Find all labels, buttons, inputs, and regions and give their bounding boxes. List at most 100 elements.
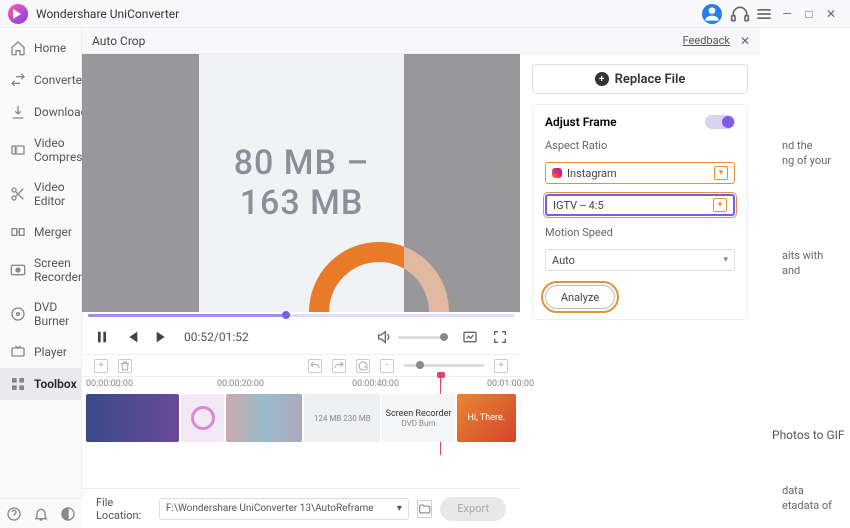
sidebar-item-converter[interactable]: Converter [0,64,81,96]
bg-card-label: Photos to GIF [772,428,845,442]
zoom-out-button[interactable]: − [380,359,394,373]
timeline-clip[interactable] [181,394,223,442]
file-location-bar: File Location: F:\Wondershare UniConvert… [82,488,520,528]
playback-time: 00:52/01:52 [184,330,249,344]
aspect-ratio-select[interactable]: IGTV -- 4:5▾ [545,194,735,216]
sidebar-item-player[interactable]: Player [0,336,81,368]
user-avatar[interactable] [702,4,722,24]
volume-icon [376,329,392,345]
replace-file-button[interactable]: + Replace File [532,64,748,94]
feedback-link[interactable]: Feedback [683,34,730,47]
export-button[interactable]: Export [440,497,506,521]
adjust-frame-toggle[interactable] [705,115,735,129]
volume-control[interactable] [376,329,448,345]
zoom-in-button[interactable]: + [494,359,508,373]
minimize-button[interactable]: — [776,3,798,25]
fullscreen-button[interactable] [492,329,508,345]
redo-button[interactable] [332,359,346,373]
auto-crop-modal: Auto Crop Feedback ✕ 80 MB – 163 MB C [82,28,760,528]
sidebar-label: Player [34,345,67,359]
playback-controls: 00:52/01:52 [82,320,520,354]
sidebar: Home Converter Downloader Video Compress… [0,28,82,528]
sidebar-label: Converter [34,73,86,87]
adjust-frame-label: Adjust Frame [545,115,617,129]
motion-speed-select[interactable]: Auto▾ [545,249,735,271]
scrubber[interactable] [82,312,520,320]
timeline-ruler[interactable]: 00:00:00:00 00:00:20:00 00:00:40:00 00:0… [82,376,520,394]
timeline-clip[interactable] [86,394,179,442]
bell-icon[interactable] [33,506,49,522]
headset-icon[interactable] [730,4,750,24]
sidebar-label: DVD Burner [34,300,71,328]
plus-icon: + [595,72,609,86]
adjust-frame-box: Adjust Frame Aspect Ratio Instagram ▾ IG… [532,104,748,320]
settings-panel: + Replace File Adjust Frame Aspect Ratio… [520,54,760,528]
sidebar-label: Merger [34,225,72,239]
compress-icon [10,142,26,158]
content-area: nd theng of your aits withand Photos to … [82,28,850,528]
video-preview[interactable]: 80 MB – 163 MB C [82,54,520,312]
modal-title: Auto Crop [92,34,145,48]
crop-mask-right: C [404,54,520,312]
sidebar-item-toolbox[interactable]: Toolbox [0,368,81,400]
undo-button[interactable] [308,359,322,373]
maximize-button[interactable]: □ [798,3,820,25]
analyze-button[interactable]: Analyze [545,285,615,309]
zoom-slider[interactable] [404,364,484,367]
bg-text: dataetadata of [782,483,832,514]
instagram-icon [552,168,562,178]
home-icon [10,40,26,56]
timeline-thumbnails[interactable]: 124 MB 230 MB Screen RecorderDVD Burn Hi… [82,394,520,450]
sidebar-footer [0,498,82,528]
sidebar-item-merger[interactable]: Merger [0,216,81,248]
sidebar-item-dvd[interactable]: DVD Burner [0,292,81,336]
preview-overlay-text: 80 MB – 163 MB [199,143,404,223]
app-logo [8,4,28,24]
merge-icon [10,224,26,240]
sidebar-item-downloader[interactable]: Downloader [0,96,81,128]
sidebar-label: Video Editor [34,180,71,208]
preview-column: 80 MB – 163 MB C 00:52/01:52 [82,54,520,528]
sidebar-item-compressor[interactable]: Video Compressor [0,128,81,172]
prev-button[interactable] [124,329,140,345]
download-icon [10,104,26,120]
theme-icon[interactable] [60,506,76,522]
open-folder-button[interactable] [417,500,432,518]
aspect-ratio-label: Aspect Ratio [545,139,735,152]
modal-header: Auto Crop Feedback ✕ [82,28,760,54]
help-icon[interactable] [6,506,22,522]
titlebar: Wondershare UniConverter — □ ✕ [0,0,850,28]
timeline-clip[interactable]: Hi, There. [457,394,516,442]
next-button[interactable] [154,329,170,345]
sidebar-label: Home [34,41,66,55]
motion-speed-label: Motion Speed [545,226,735,239]
tv-icon [10,344,26,360]
scissors-icon [10,186,26,202]
disc-icon [10,306,26,322]
timeline-clip[interactable] [226,394,302,442]
file-location-select[interactable]: F:\Wondershare UniConverter 13\AutoRefra… [159,498,409,520]
sidebar-label: Screen Recorder [34,256,82,284]
timeline-toolbar: + − + [82,354,520,376]
timeline-clip[interactable]: Screen RecorderDVD Burn [382,394,454,442]
crop-mask-left [82,54,199,312]
sidebar-item-editor[interactable]: Video Editor [0,172,81,216]
timeline-tool-delete[interactable] [118,359,132,373]
timeline-clip[interactable]: 124 MB 230 MB [304,394,380,442]
snapshot-button[interactable] [462,329,478,345]
timeline-tool-add[interactable]: + [94,359,108,373]
menu-icon[interactable] [754,4,774,24]
bg-text: nd theng of your [782,138,831,169]
grid-icon [10,376,26,392]
crop-frame: 80 MB – 163 MB [199,54,404,312]
converter-icon [10,72,26,88]
close-button[interactable]: ✕ [820,3,842,25]
refresh-button[interactable] [356,359,370,373]
platform-select[interactable]: Instagram ▾ [545,162,735,184]
sidebar-item-home[interactable]: Home [0,32,81,64]
sidebar-item-recorder[interactable]: Screen Recorder [0,248,81,292]
modal-close-button[interactable]: ✕ [740,34,750,48]
pause-button[interactable] [94,329,110,345]
bg-text: aits withand [782,248,823,279]
file-location-label: File Location: [96,496,151,522]
